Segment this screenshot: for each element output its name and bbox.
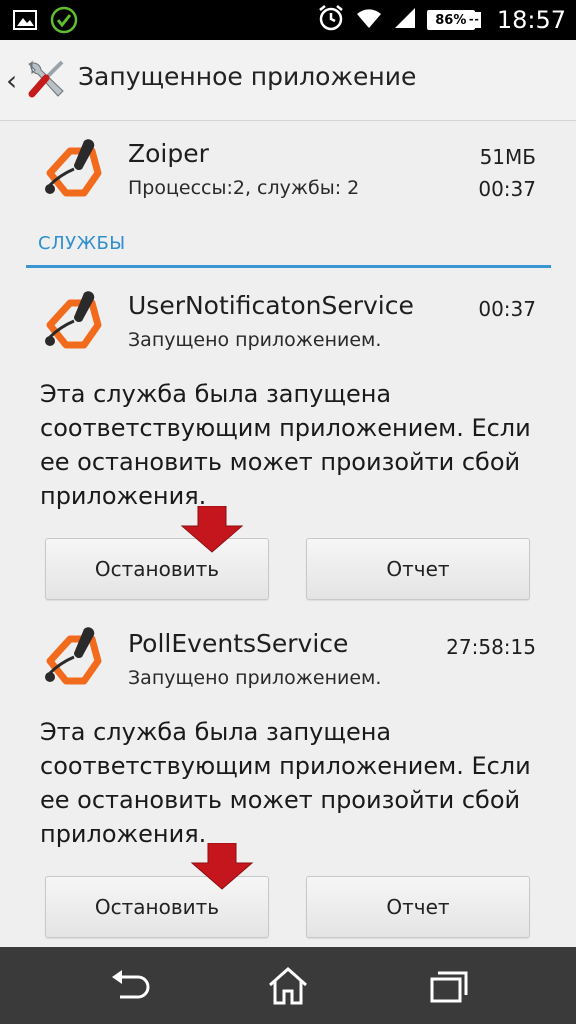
annotation-arrow-icon: [190, 842, 254, 891]
battery-icon: 86% +: [426, 10, 481, 30]
wifi-icon: [355, 6, 383, 34]
navigation-bar: [0, 947, 576, 1024]
service-name: PollEventsService: [128, 629, 349, 658]
app-time: 00:37: [478, 177, 536, 201]
services-section-header: СЛУЖБЫ: [38, 233, 126, 254]
service-name: UserNotificatonService: [128, 291, 414, 320]
chevron-left-icon[interactable]: ‹: [6, 64, 17, 97]
app-processes: Процессы:2, службы: 2: [128, 177, 360, 199]
service-description: Эта служба была запущена соответствующим…: [40, 380, 531, 510]
service-status: Запущено приложением.: [128, 329, 382, 351]
status-bar: 86% + 18:57: [0, 0, 576, 40]
alarm-icon: [317, 4, 345, 36]
service-status: Запущено приложением.: [128, 667, 382, 689]
home-icon[interactable]: [266, 965, 310, 1007]
gallery-icon: [12, 8, 38, 36]
back-icon[interactable]: [108, 965, 152, 1007]
zoiper-icon: [40, 133, 112, 205]
action-bar: ‹ Запущенное приложение: [0, 40, 576, 121]
signal-icon: [393, 6, 417, 34]
report-button[interactable]: Отчет: [306, 538, 530, 600]
zoiper-icon: [40, 285, 112, 357]
zoiper-icon: [40, 621, 112, 693]
report-button[interactable]: Отчет: [306, 876, 530, 938]
service-time: 27:58:15: [446, 635, 536, 659]
tools-icon[interactable]: [22, 54, 72, 104]
annotation-arrow-icon: [180, 505, 244, 554]
recents-icon[interactable]: [426, 965, 470, 1007]
app-size: 51МБ: [479, 145, 536, 169]
service-time: 00:37: [478, 297, 536, 321]
battery-percent: 86%: [426, 10, 475, 30]
section-divider: [26, 265, 551, 268]
app-name: Zoiper: [128, 139, 209, 168]
page-title: Запущенное приложение: [78, 62, 417, 91]
main-content[interactable]: Zoiper Процессы:2, службы: 2 51МБ 00:37 …: [0, 121, 576, 947]
check-circle-icon: [50, 6, 78, 38]
status-clock: 18:57: [496, 6, 566, 34]
service-description: Эта служба была запущена соответствующим…: [40, 718, 531, 848]
